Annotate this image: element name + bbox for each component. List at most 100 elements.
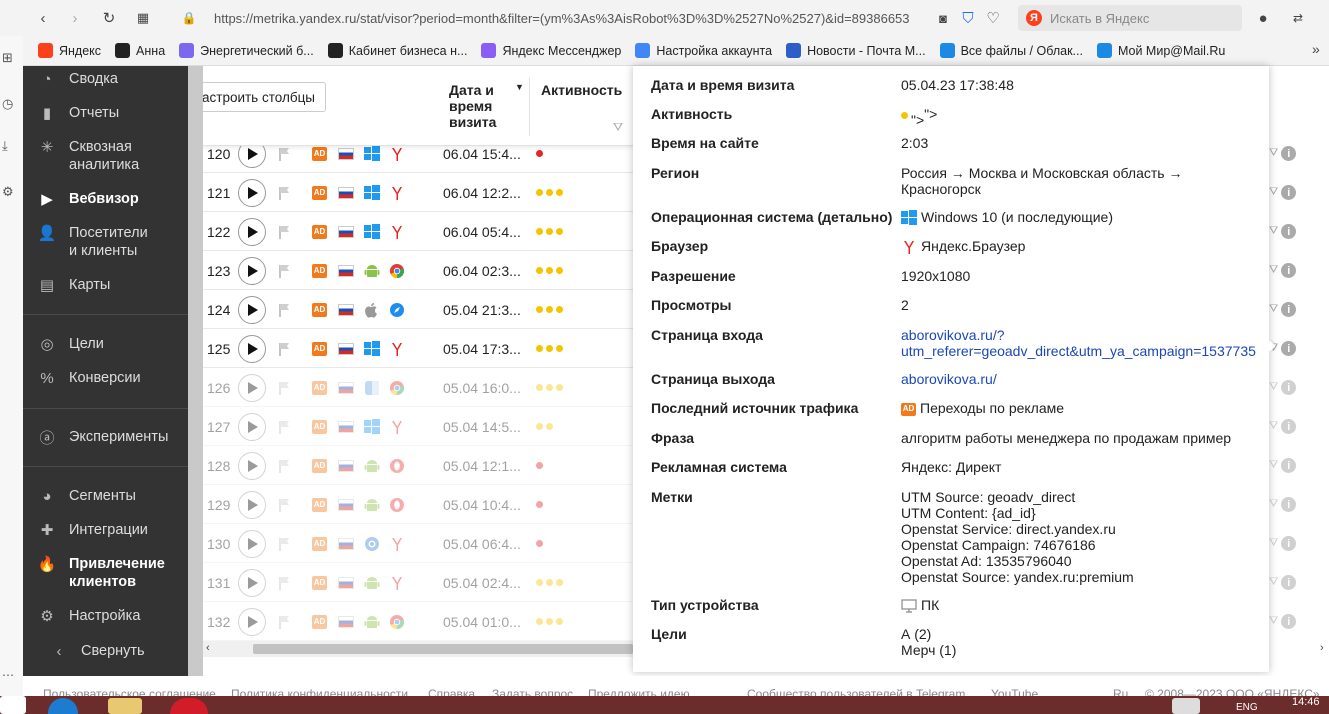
footer-link[interactable]: YouTube [991,687,1038,696]
sidebar-item[interactable]: ⚙ Настройка [23,607,188,625]
table-row[interactable]: 132 AD 05.04 01:0... [203,602,633,641]
info-icon[interactable]: i [1281,497,1297,512]
play-button[interactable] [238,529,266,558]
table-row[interactable]: 122 AD 06.04 05:4... [203,212,633,251]
flag-icon[interactable] [278,290,290,329]
info-icon[interactable]: i [1281,146,1297,161]
play-button[interactable] [238,373,266,402]
profile-icon[interactable]: ● [1250,5,1276,31]
info-icon[interactable]: i [1281,575,1297,590]
filter-icon[interactable]: ⛛ [613,120,623,135]
footer-link[interactable]: Задать вопрос [492,687,573,696]
info-icon[interactable]: i [1281,380,1297,395]
flag-icon[interactable] [278,485,290,524]
table-row[interactable]: 126 AD 05.04 16:0... [203,368,633,407]
opera-icon[interactable] [170,698,208,714]
sidebar-item[interactable]: ▶ Вебвизор [23,190,188,208]
footer-link[interactable]: Ru [1113,687,1128,696]
column-date-header[interactable]: Дата и время визита [449,82,496,130]
filter-icon[interactable]: ⛛ [1269,459,1278,472]
sidebar-item[interactable]: ▮ Отчеты [23,104,188,122]
footer-link[interactable]: © 2008—2023 ООО «ЯНДЕКС» [1145,687,1320,696]
bookmark-item[interactable]: Энергетический б... [179,43,314,58]
play-button[interactable] [238,178,266,207]
telegram-icon[interactable] [48,698,78,714]
info-icon[interactable]: i [1281,614,1297,629]
table-row[interactable]: 131 AD 05.04 02:4... [203,563,633,602]
filter-icon[interactable]: ⛛ [1269,576,1278,589]
tabs-grid-icon[interactable]: ▦ [130,5,156,31]
flag-icon[interactable] [278,446,290,485]
filter-icon[interactable]: ⛛ [1269,225,1278,238]
yandex-search-field[interactable]: Я Искать в Яндекс [1018,5,1242,31]
table-row[interactable]: 124 AD 05.04 21:3... [203,290,633,329]
settings-icon[interactable]: ⚙ [2,184,14,200]
heart-icon[interactable]: ♡ [980,5,1006,31]
keyboard-icon[interactable] [1172,698,1200,714]
more-icon[interactable]: ⋯ [2,668,14,682]
play-button[interactable] [238,607,266,636]
clock[interactable]: 14:46 [1292,696,1320,708]
bookmark-item[interactable]: Яндекс [38,43,101,58]
table-row[interactable]: 123 AD 06.04 02:3... [203,251,633,290]
bookmark-item[interactable]: Яндекс Мессенджер [481,43,621,58]
flag-icon[interactable] [278,212,290,251]
sidebar-item[interactable]: ✚ Интеграции [23,521,188,539]
filter-icon[interactable]: ⛛ [1269,186,1278,199]
sidebar-item[interactable]: ◎ Цели [23,335,188,353]
info-icon[interactable]: i [1281,224,1297,239]
bookmark-item[interactable]: Все файлы / Облак... [939,43,1083,58]
table-row[interactable]: 125 AD 05.04 17:3... [203,329,633,368]
sidebar-item[interactable]: ◔ Сводка [23,70,188,88]
sidebar-item[interactable]: 🔥 Привлечение клиентов [23,555,188,591]
horizontal-scrollbar[interactable]: ‹ [203,641,633,657]
flag-icon[interactable] [278,602,290,641]
footer-link[interactable]: Политика конфиденциальности [231,687,408,696]
flag-icon[interactable] [278,329,290,368]
scroll-left-icon[interactable]: ‹ [206,642,210,654]
sort-desc-icon[interactable]: ▼ [515,82,524,92]
sync-icon[interactable]: ⇄ [1285,5,1311,31]
detail-link[interactable]: aborovikova.ru/ [901,371,997,387]
play-button[interactable] [238,412,266,441]
sidebar-item[interactable]: ▤ Карты [23,276,188,294]
info-icon[interactable]: i [1281,263,1297,278]
filter-icon[interactable]: ⛛ [1269,537,1278,550]
scroll-thumb[interactable] [253,644,633,654]
shield-icon[interactable]: ⛉ [955,5,981,31]
filter-icon[interactable]: ⛛ [1269,615,1278,628]
download-icon[interactable]: ⤓ [2,138,8,154]
info-icon[interactable]: i [1281,458,1297,473]
filter-icon[interactable]: ⛛ [1269,381,1278,394]
info-icon[interactable]: i [1281,302,1297,317]
flag-icon[interactable] [278,368,290,407]
play-button[interactable] [238,256,266,285]
bookmark-item[interactable]: Настройка аккаунта [635,43,772,58]
bookmark-item[interactable]: Мой Мир@Mail.Ru [1096,43,1225,58]
info-icon[interactable]: i [1281,536,1297,551]
table-row[interactable]: 127 AD 05.04 14:5... [203,407,633,446]
table-row[interactable]: 128 AD 05.04 12:1... [203,446,633,485]
filter-icon[interactable]: ⛛ [1269,420,1278,433]
footer-link[interactable]: Сообщество пользователей в Telegram [747,687,965,696]
column-activity-header[interactable]: Активность [541,82,622,98]
info-icon[interactable]: i [1281,419,1297,434]
sidebar-item[interactable]: ◕ Сегменты [23,487,188,505]
bookmark-item[interactable]: Кабинет бизнеса н... [327,43,467,58]
bookmark-item[interactable]: Анна [115,43,165,58]
scroll-right-icon[interactable]: › [1320,642,1324,654]
camera-icon[interactable]: ◙ [930,5,956,31]
flag-icon[interactable] [278,407,290,446]
table-row[interactable]: 121 AD 06.04 12:2... [203,173,633,212]
filter-icon[interactable]: ⛛ [1269,264,1278,277]
info-icon[interactable]: i [1281,185,1297,200]
reload-icon[interactable]: ↻ [96,5,122,31]
sidebar-item[interactable]: ✳ Сквозная аналитика [23,138,188,174]
play-button[interactable] [238,295,266,324]
play-button[interactable] [238,334,266,363]
play-button[interactable] [238,451,266,480]
sidebar-item[interactable]: 👤 Посетители и клиенты [23,224,188,260]
play-button[interactable] [238,568,266,597]
forward-icon[interactable]: › [62,5,88,31]
configure-columns-button[interactable]: астроить столбцы [203,82,326,112]
